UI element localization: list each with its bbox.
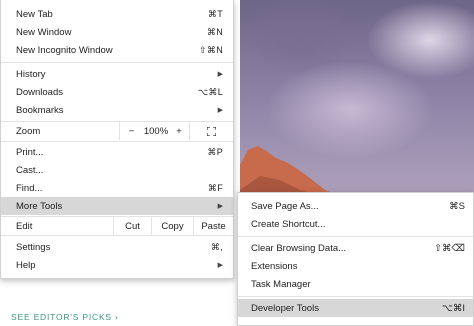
submenu-arrow-icon: ▶ <box>217 107 223 114</box>
menu-divider <box>238 236 473 237</box>
shortcut-text: ⌘S <box>449 200 465 212</box>
menu-item-label: Clear Browsing Data... <box>251 242 347 254</box>
menu-item-create-shortcut[interactable]: Create Shortcut... <box>238 215 473 233</box>
menu-item-label: New Incognito Window <box>16 44 113 56</box>
fullscreen-icon <box>207 126 216 136</box>
menu-item-label: Bookmarks <box>16 104 64 116</box>
see-editors-picks-link[interactable]: SEE EDITOR'S PICKS › <box>11 312 119 322</box>
shortcut-text: ⌥⌘I <box>441 302 465 314</box>
menu-item-label: Settings <box>16 241 51 253</box>
menu-item-save-page-as[interactable]: Save Page As... ⌘S <box>238 197 473 215</box>
menu-item-developer-tools[interactable]: Developer Tools ⌥⌘I <box>238 299 473 317</box>
menu-item-clear-browsing-data[interactable]: Clear Browsing Data... ⇧⌘⌫ <box>238 239 473 257</box>
menu-item-find[interactable]: Find... ⌘F <box>1 179 233 197</box>
zoom-controls: − 100% + <box>119 122 233 140</box>
menu-item-task-manager[interactable]: Task Manager <box>238 275 473 293</box>
menu-item-extensions[interactable]: Extensions <box>238 257 473 275</box>
zoom-out-button[interactable]: − <box>119 122 143 140</box>
menu-item-label: More Tools <box>16 200 63 212</box>
menu-item-cast[interactable]: Cast... <box>1 161 233 179</box>
menu-item-bookmarks[interactable]: Bookmarks ▶ <box>1 101 233 119</box>
menu-item-label: Help <box>16 259 36 271</box>
menu-divider <box>1 141 233 142</box>
shortcut-text: ⌘P <box>207 146 223 157</box>
menu-item-label: Print... <box>16 146 44 158</box>
shortcut-text: ⇧⌘⌫ <box>434 242 465 254</box>
chrome-main-menu: New Tab ⌘T New Window ⌘N New Incognito W… <box>0 0 234 279</box>
menu-item-label: Extensions <box>251 260 298 272</box>
menu-item-history[interactable]: History ▶ <box>1 65 233 83</box>
menu-item-downloads[interactable]: Downloads ⌥⌘L <box>1 83 233 101</box>
menu-item-edit: Edit Cut Copy Paste <box>1 217 233 235</box>
menu-item-label: Developer Tools <box>251 302 319 314</box>
shortcut-text: ⇧⌘N <box>199 44 223 55</box>
shortcut-text: ⌘F <box>207 182 223 193</box>
submenu-arrow-icon: ▶ <box>217 203 223 210</box>
menu-item-settings[interactable]: Settings ⌘, <box>1 238 233 256</box>
copy-button[interactable]: Copy <box>151 217 193 235</box>
menu-divider <box>238 296 473 297</box>
menu-item-label: History <box>16 68 46 80</box>
menu-item-label: Cast... <box>16 164 44 176</box>
menu-item-zoom: Zoom − 100% + <box>1 122 233 140</box>
menu-item-new-incognito-window[interactable]: New Incognito Window ⇧⌘N <box>1 41 233 59</box>
menu-item-new-window[interactable]: New Window ⌘N <box>1 23 233 41</box>
menu-item-label: New Window <box>16 26 72 38</box>
menu-item-label: Save Page As... <box>251 200 319 212</box>
menu-item-print[interactable]: Print... ⌘P <box>1 143 233 161</box>
menu-item-help[interactable]: Help ▶ <box>1 256 233 274</box>
menu-item-more-tools[interactable]: More Tools ▶ <box>1 197 233 215</box>
shortcut-text: ⌘T <box>207 8 223 19</box>
more-tools-submenu: Save Page As... ⌘S Create Shortcut... Cl… <box>237 192 474 326</box>
menu-item-label: Downloads <box>16 86 63 98</box>
paste-button[interactable]: Paste <box>193 217 233 235</box>
shortcut-text: ⌘, <box>210 241 223 252</box>
menu-item-label: Create Shortcut... <box>251 218 326 230</box>
shortcut-text: ⌥⌘L <box>197 86 223 97</box>
submenu-arrow-icon: ▶ <box>217 71 223 78</box>
menu-item-new-tab[interactable]: New Tab ⌘T <box>1 5 233 23</box>
menu-divider <box>1 235 233 236</box>
fullscreen-button[interactable] <box>189 122 233 140</box>
menu-item-label: Find... <box>16 182 43 194</box>
zoom-in-button[interactable]: + <box>169 122 189 140</box>
menu-item-label: Task Manager <box>251 278 311 290</box>
cut-button[interactable]: Cut <box>113 217 151 235</box>
menu-divider <box>1 62 233 63</box>
submenu-arrow-icon: ▶ <box>217 262 223 269</box>
zoom-level: 100% <box>143 125 169 137</box>
shortcut-text: ⌘N <box>206 26 223 37</box>
menu-item-label: New Tab <box>16 8 53 20</box>
